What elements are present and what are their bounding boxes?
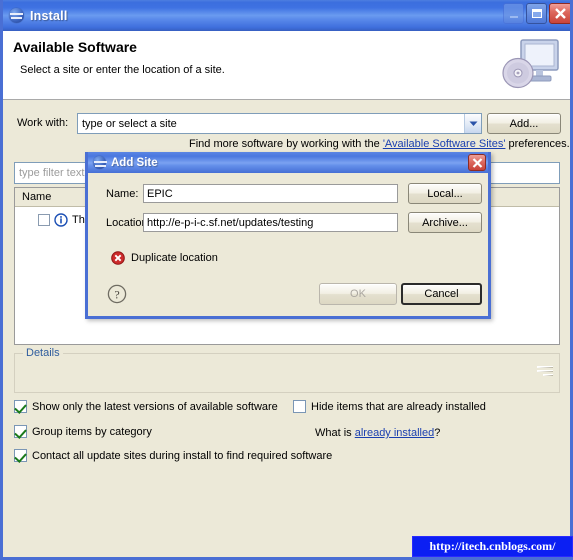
svg-text:?: ? [114,288,119,302]
dialog-title: Add Site [111,156,158,169]
filter-placeholder: type filter text [19,167,85,179]
dialog-titlebar: Add Site [88,152,488,173]
find-more-suffix: preferences. [505,138,570,150]
name-label: Name: [106,188,139,200]
option-show-latest-versions[interactable]: Show only the latest versions of availab… [14,400,278,413]
local-button-label: Local... [427,187,463,200]
dialog-cancel-button[interactable]: Cancel [401,283,482,305]
details-legend: Details [23,347,63,359]
page-subtitle: Select a site or enter the location of a… [20,64,225,76]
close-icon [472,157,482,168]
location-field-value: http://e-p-i-c.sf.net/updates/testing [147,216,314,229]
work-with-row: Work with: type or select a site Add... [3,113,570,135]
add-site-button-label: Add... [509,117,539,130]
ok-button-label: OK [350,288,366,300]
eclipse-icon [9,8,24,23]
info-icon [54,213,68,227]
dialog-help-icon[interactable]: ? [107,284,127,304]
error-icon [111,251,125,265]
find-more-prefix: Find more software by working with the [189,138,383,150]
archive-button[interactable]: Archive... [408,212,482,233]
what-is-suffix: ? [434,427,441,439]
name-field-value: EPIC [147,187,173,200]
dialog-cancel-button-label: Cancel [424,288,459,300]
row-checkbox[interactable] [38,214,50,226]
checkbox-hide-installed[interactable] [293,400,306,413]
dialog-close-button[interactable] [468,154,486,171]
location-field[interactable]: http://e-p-i-c.sf.net/updates/testing [143,213,398,232]
local-button[interactable]: Local... [408,183,482,204]
what-is-prefix: What is [315,427,355,439]
checkbox-contact-all-sites[interactable] [14,449,27,462]
close-icon [555,8,566,19]
maximize-button[interactable] [526,3,547,24]
error-text: Duplicate location [131,252,218,264]
watermark-text: http://itech.cnblogs.com/ [429,539,556,553]
monitor-disc-icon [500,34,562,96]
already-installed-link[interactable]: already installed [355,427,435,439]
add-site-dialog: Add Site Name: EPIC Local... Location: h… [85,152,491,319]
dialog-body: Name: EPIC Local... Location: http://e-p… [88,173,488,316]
work-with-combo[interactable]: type or select a site [77,113,482,134]
archive-button-label: Archive... [422,216,468,229]
find-more-software-text: Find more software by working with the '… [189,138,570,150]
chevron-down-icon[interactable] [464,114,481,133]
watermark: http://itech.cnblogs.com/ [412,536,573,557]
error-message: Duplicate location [111,251,218,265]
add-site-button[interactable]: Add... [487,113,561,134]
close-button[interactable] [549,3,570,24]
option-hide-installed-label: Hide items that are already installed [311,400,486,413]
ok-button[interactable]: OK [319,283,397,305]
install-wizard-window: Install Available Software Select a site… [0,0,573,560]
option-contact-all-sites-label: Contact all update sites during install … [32,449,333,462]
option-hide-installed[interactable]: Hide items that are already installed [293,400,486,413]
option-contact-all-sites[interactable]: Contact all update sites during install … [14,449,332,462]
option-show-latest-versions-label: Show only the latest versions of availab… [32,400,278,413]
window-controls [503,3,570,24]
window-title: Install [30,8,68,23]
page-title: Available Software [13,39,137,55]
eclipse-icon [93,156,107,169]
resize-grip-icon[interactable] [537,366,553,378]
work-with-label: Work with: [17,117,69,129]
minimize-button[interactable] [503,3,524,24]
available-software-sites-link[interactable]: 'Available Software Sites' [383,138,506,150]
what-is-already-installed: What is already installed? [315,427,440,439]
row-label: Th [72,214,85,226]
option-group-by-category-label: Group items by category [32,425,152,438]
wizard-header: Available Software Select a site or ente… [3,31,570,100]
checkbox-show-latest-versions[interactable] [14,400,27,413]
checkbox-group-by-category[interactable] [14,425,27,438]
details-group: Details [14,347,560,393]
window-titlebar: Install [3,0,570,31]
work-with-value: type or select a site [82,117,177,130]
option-group-by-category[interactable]: Group items by category [14,425,152,438]
name-field[interactable]: EPIC [143,184,398,203]
